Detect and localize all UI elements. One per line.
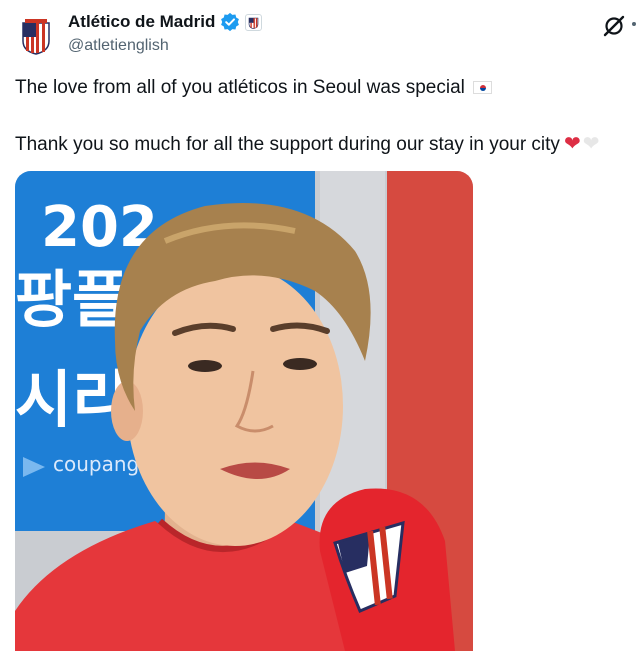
more-options-icon[interactable] [632, 22, 636, 26]
tweet-text-line-1: The love from all of you atléticos in Se… [15, 77, 492, 99]
author-display-name[interactable]: Atlético de Madrid [68, 12, 215, 32]
tweet-text-line-1-content: The love from all of you atléticos in Se… [15, 77, 465, 98]
banner-logo-text: coupang [53, 452, 139, 476]
atletico-crest-icon [22, 19, 50, 55]
banner-text-line-1: 팡플 [15, 263, 129, 336]
tweet-card[interactable]: Atlético de Madrid @atletienglish The lo… [0, 0, 640, 651]
banner-text-line-2: 시리 [15, 363, 129, 436]
south-korea-flag-emoji [472, 81, 492, 94]
grok-icon[interactable] [602, 14, 626, 38]
tweet-text-line-2: Thank you so much for all the support du… [15, 131, 599, 156]
tweet-text-line-2-content: Thank you so much for all the support du… [15, 134, 560, 155]
affiliate-badge[interactable] [245, 13, 263, 31]
author-avatar[interactable] [14, 14, 58, 58]
white-heart-emoji: ❤ [582, 133, 600, 155]
tweet-media-photo[interactable]: 202 팡플 시리 coupang [15, 171, 473, 651]
atletico-crest-icon [249, 17, 259, 29]
verified-badge-icon [221, 12, 240, 32]
red-heart-emoji: ❤ [563, 133, 581, 155]
player-interview-photo: 202 팡플 시리 coupang [15, 171, 473, 651]
author-handle[interactable]: @atletienglish [68, 37, 169, 55]
